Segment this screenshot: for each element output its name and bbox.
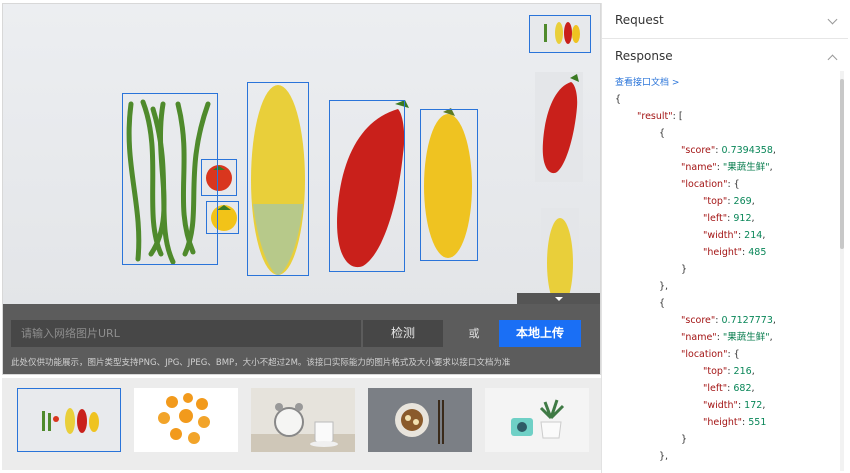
chevron-up-icon xyxy=(827,54,838,65)
crop-corn-image xyxy=(547,218,573,308)
gallery-camera-plant-image xyxy=(485,388,589,452)
local-upload-button[interactable]: 本地上传 xyxy=(499,320,581,347)
response-title: Response xyxy=(615,49,673,63)
json-line: { xyxy=(615,94,622,105)
json-line: "location": { xyxy=(681,349,740,360)
gallery-item-oranges[interactable] xyxy=(134,388,238,452)
json-line: "width": 214, xyxy=(703,230,766,241)
chevron-down-icon xyxy=(555,297,563,301)
gallery-item-alarm-clock[interactable] xyxy=(251,388,355,452)
gallery-oranges-image xyxy=(134,388,238,452)
api-doc-link[interactable]: 查看接口文档 > xyxy=(615,75,679,88)
json-line: "top": 269, xyxy=(703,196,755,207)
detection-box-yellow-tomato xyxy=(206,201,239,234)
scrollbar-thumb[interactable] xyxy=(840,79,844,249)
request-section-header[interactable]: Request xyxy=(602,3,848,39)
crop-pepper-image xyxy=(542,74,579,174)
detect-button[interactable]: 检测 xyxy=(363,320,443,347)
gallery-item-bowl[interactable] xyxy=(368,388,472,452)
api-panel: Request Response 查看接口文档 > { "result": [ … xyxy=(601,3,850,473)
json-line: "top": 216, xyxy=(703,366,755,377)
detection-box-tomato xyxy=(201,159,237,196)
gallery-item-camera-plant[interactable] xyxy=(485,388,589,452)
json-scrollbar[interactable] xyxy=(840,71,844,471)
app-root: 检测 或 本地上传 此处仅供功能展示，图片类型支持PNG、JPG、JPEG、BM… xyxy=(0,0,850,473)
json-line: }, xyxy=(659,451,669,462)
json-line: } xyxy=(681,264,688,275)
hint-text: 此处仅供功能展示，图片类型支持PNG、JPG、JPEG、BMP，大小不超过2M。… xyxy=(11,358,511,368)
gallery-vegetables-image xyxy=(18,389,120,451)
chevron-down-icon xyxy=(827,14,838,25)
image-stage: 检测 或 本地上传 此处仅供功能展示，图片类型支持PNG、JPG、JPEG、BM… xyxy=(2,3,601,375)
url-input[interactable] xyxy=(11,320,361,347)
gallery-alarm-clock-image xyxy=(251,388,355,452)
json-line: "name": "果蔬生鲜", xyxy=(681,162,773,173)
response-section-header[interactable]: Response xyxy=(602,39,848,75)
json-line: "height": 485 xyxy=(703,247,767,258)
json-line: { xyxy=(659,128,666,139)
json-line: "width": 172, xyxy=(703,400,766,411)
json-line: "left": 912, xyxy=(703,213,755,224)
controls-bar: 检测 或 本地上传 此处仅供功能展示，图片类型支持PNG、JPG、JPEG、BM… xyxy=(3,304,600,374)
json-line: "score": 0.7127773, xyxy=(681,315,776,326)
crop-pepper[interactable] xyxy=(535,72,583,182)
request-title: Request xyxy=(615,13,664,27)
json-line: { xyxy=(659,298,666,309)
json-line: "left": 682, xyxy=(703,383,755,394)
detection-box-pepper xyxy=(329,100,405,272)
or-label: 或 xyxy=(468,327,480,340)
detection-box-corn xyxy=(247,82,309,276)
json-line: "location": { xyxy=(681,179,740,190)
preview-image xyxy=(3,4,600,308)
json-line: }, xyxy=(659,281,669,292)
json-line: "result": [ xyxy=(637,111,683,122)
json-line: } xyxy=(681,434,688,445)
json-line: "height": 551 xyxy=(703,417,767,428)
thumbnail-full[interactable] xyxy=(529,15,591,53)
json-line: "name": "果蔬生鲜", xyxy=(681,332,773,343)
gallery-bowl-image xyxy=(368,388,472,452)
thumbnail-full-image xyxy=(544,22,580,44)
crop-corn[interactable] xyxy=(541,208,579,308)
gallery-item-vegetables[interactable] xyxy=(17,388,121,452)
sample-gallery xyxy=(2,378,601,470)
detection-box-papaya xyxy=(420,109,478,261)
json-line: "score": 0.7394358, xyxy=(681,145,776,156)
